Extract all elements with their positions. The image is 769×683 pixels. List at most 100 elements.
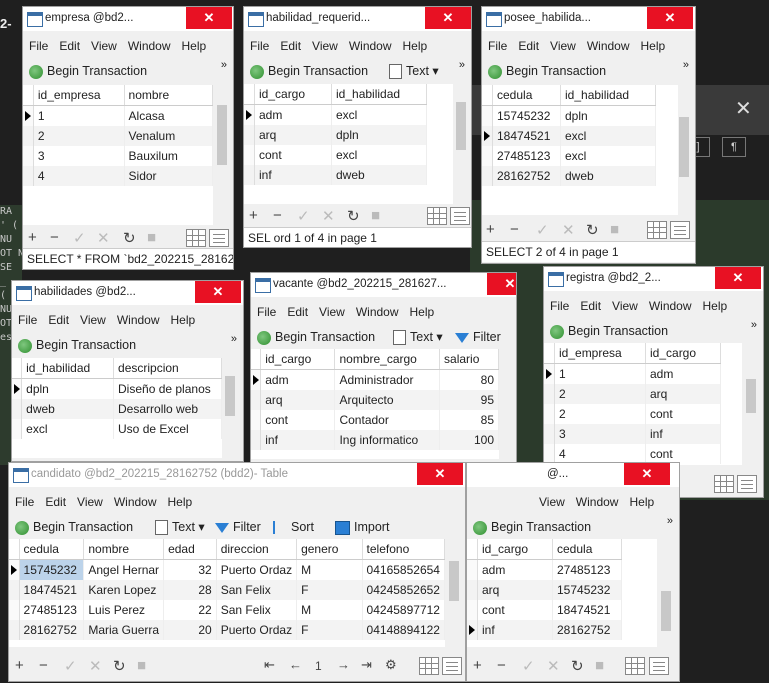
cell[interactable]: Diseño de planos — [113, 378, 222, 399]
menu-view[interactable]: View — [313, 301, 350, 319]
discard-icon[interactable]: ✕ — [547, 657, 560, 675]
cell[interactable]: Puerto Ordaz — [216, 559, 298, 580]
cell[interactable]: 18474521 — [552, 600, 622, 620]
grid-view-icon[interactable] — [625, 657, 645, 675]
cell[interactable]: 85 — [439, 410, 499, 430]
table-row[interactable]: 1 Alcasa — [23, 105, 214, 126]
column-header[interactable]: telefono — [362, 539, 445, 560]
close-button[interactable]: ✕ — [417, 463, 463, 485]
column-header[interactable]: id_habilidad — [560, 85, 656, 106]
add-record-icon[interactable]: + — [486, 221, 495, 238]
menu-view[interactable]: View — [306, 35, 343, 53]
table-row[interactable]: 15745232 dpln — [482, 105, 656, 126]
cell[interactable]: 28162752 — [19, 620, 85, 640]
cell[interactable]: 3 — [554, 424, 646, 444]
cell[interactable]: inf — [260, 430, 336, 450]
cell[interactable]: Maria Guerra — [83, 620, 165, 640]
table-row[interactable]: 18474521 Karen Lopez 28 San Felix F 042458526… — [9, 580, 445, 600]
menu-window[interactable]: Window — [643, 295, 697, 313]
close-button[interactable]: ✕ — [624, 463, 670, 485]
cell[interactable]: cont — [477, 600, 553, 620]
menu-help[interactable]: Help — [635, 35, 671, 53]
grid-view-icon[interactable] — [714, 475, 734, 493]
cell[interactable]: 27485123 — [492, 146, 561, 166]
cell[interactable]: 27485123 — [19, 600, 85, 620]
cell[interactable]: 1 — [554, 363, 646, 384]
column-header[interactable]: id_habilidad — [21, 358, 115, 379]
import-button[interactable]: Import — [335, 517, 389, 537]
refresh-icon[interactable]: ↻ — [586, 221, 599, 239]
column-header[interactable]: nombre_cargo — [334, 349, 441, 370]
filter-button[interactable]: Filter — [455, 327, 501, 347]
delete-record-icon[interactable]: − — [273, 207, 282, 224]
delete-record-icon[interactable]: − — [497, 657, 506, 674]
cell[interactable]: arq — [254, 125, 332, 145]
table-row[interactable]: 3 Bauxilum — [23, 146, 214, 166]
cell[interactable]: 100 — [439, 430, 499, 450]
cell[interactable]: 04245852652 — [362, 580, 445, 600]
cell[interactable]: Venalum — [124, 126, 214, 146]
vertical-scrollbar[interactable] — [455, 84, 467, 204]
cell[interactable]: inf — [645, 424, 721, 444]
scroll-thumb[interactable] — [679, 117, 689, 177]
table-row[interactable]: 27485123 excl — [482, 146, 656, 166]
cell[interactable]: excl — [560, 126, 656, 146]
cell[interactable]: 04165852654 — [362, 559, 445, 580]
titlebar[interactable]: posee_habilida... ✕ — [482, 7, 695, 31]
table-row[interactable]: cont Contador 85 — [251, 410, 499, 430]
table-row[interactable]: adm 27485123 — [467, 559, 622, 580]
titlebar[interactable]: habilidades @bd2... ✕ — [12, 281, 243, 305]
table-row[interactable]: cont excl — [244, 145, 427, 165]
cell[interactable]: inf — [477, 620, 553, 640]
table-row[interactable]: 28162752 dweb — [482, 166, 656, 186]
cell[interactable]: cont — [260, 410, 336, 430]
menu-window[interactable]: Window — [350, 301, 404, 319]
begin-transaction-button[interactable]: Begin Transaction — [257, 327, 375, 347]
menu-help[interactable]: Help — [397, 35, 433, 53]
scroll-thumb[interactable] — [217, 105, 227, 165]
stop-icon[interactable]: ■ — [137, 657, 146, 674]
last-page-icon[interactable]: ⇥ — [361, 657, 372, 673]
menu-edit[interactable]: Edit — [574, 295, 606, 313]
titlebar[interactable]: registra @bd2_2... ✕ — [544, 267, 763, 291]
column-header[interactable]: descripcion — [113, 358, 222, 379]
close-button[interactable]: ✕ — [186, 7, 232, 29]
cell[interactable]: dpln — [331, 125, 427, 145]
text-button[interactable]: Text ▾ — [389, 61, 439, 81]
scroll-thumb[interactable] — [225, 376, 235, 416]
cell[interactable]: 4 — [33, 166, 125, 186]
column-header[interactable]: edad — [163, 539, 217, 560]
table-row[interactable]: 2 arq — [544, 384, 721, 404]
close-button[interactable]: ✕ — [715, 267, 761, 289]
cell[interactable]: inf — [254, 165, 332, 185]
cell[interactable]: 2 — [554, 404, 646, 424]
toolbar-more-icon[interactable]: » — [683, 60, 689, 71]
vertical-scrollbar[interactable] — [224, 358, 236, 458]
scroll-thumb[interactable] — [456, 102, 466, 150]
column-header[interactable]: id_cargo — [645, 343, 721, 364]
stop-icon[interactable]: ■ — [371, 207, 380, 224]
apply-icon[interactable]: ✓ — [73, 229, 86, 247]
cell[interactable]: 80 — [439, 369, 499, 390]
editor-close-icon[interactable]: ✕ — [735, 96, 752, 121]
cell[interactable]: dpln — [560, 105, 656, 126]
table-row[interactable]: arq 15745232 — [467, 580, 622, 600]
column-header[interactable]: nombre — [83, 539, 165, 560]
table-row[interactable]: arq Arquitecto 95 — [251, 390, 499, 410]
form-view-icon[interactable] — [737, 475, 757, 493]
apply-icon[interactable]: ✓ — [64, 657, 77, 675]
table-row[interactable]: 4 Sidor — [23, 166, 214, 186]
toolbar-more-icon[interactable]: » — [231, 334, 237, 345]
column-header[interactable]: cedula — [492, 85, 561, 106]
refresh-icon[interactable]: ↻ — [123, 229, 136, 247]
cell[interactable]: 2 — [33, 126, 125, 146]
close-button[interactable]: ✕ — [425, 7, 471, 29]
discard-icon[interactable]: ✕ — [562, 221, 575, 239]
menu-window[interactable]: Window — [111, 309, 165, 327]
add-record-icon[interactable]: + — [249, 207, 258, 224]
menu-help[interactable]: Help — [162, 491, 198, 509]
delete-record-icon[interactable]: − — [50, 229, 59, 246]
cell[interactable]: dweb — [560, 166, 656, 186]
cell[interactable]: 1 — [33, 105, 125, 126]
delete-record-icon[interactable]: − — [510, 221, 519, 238]
